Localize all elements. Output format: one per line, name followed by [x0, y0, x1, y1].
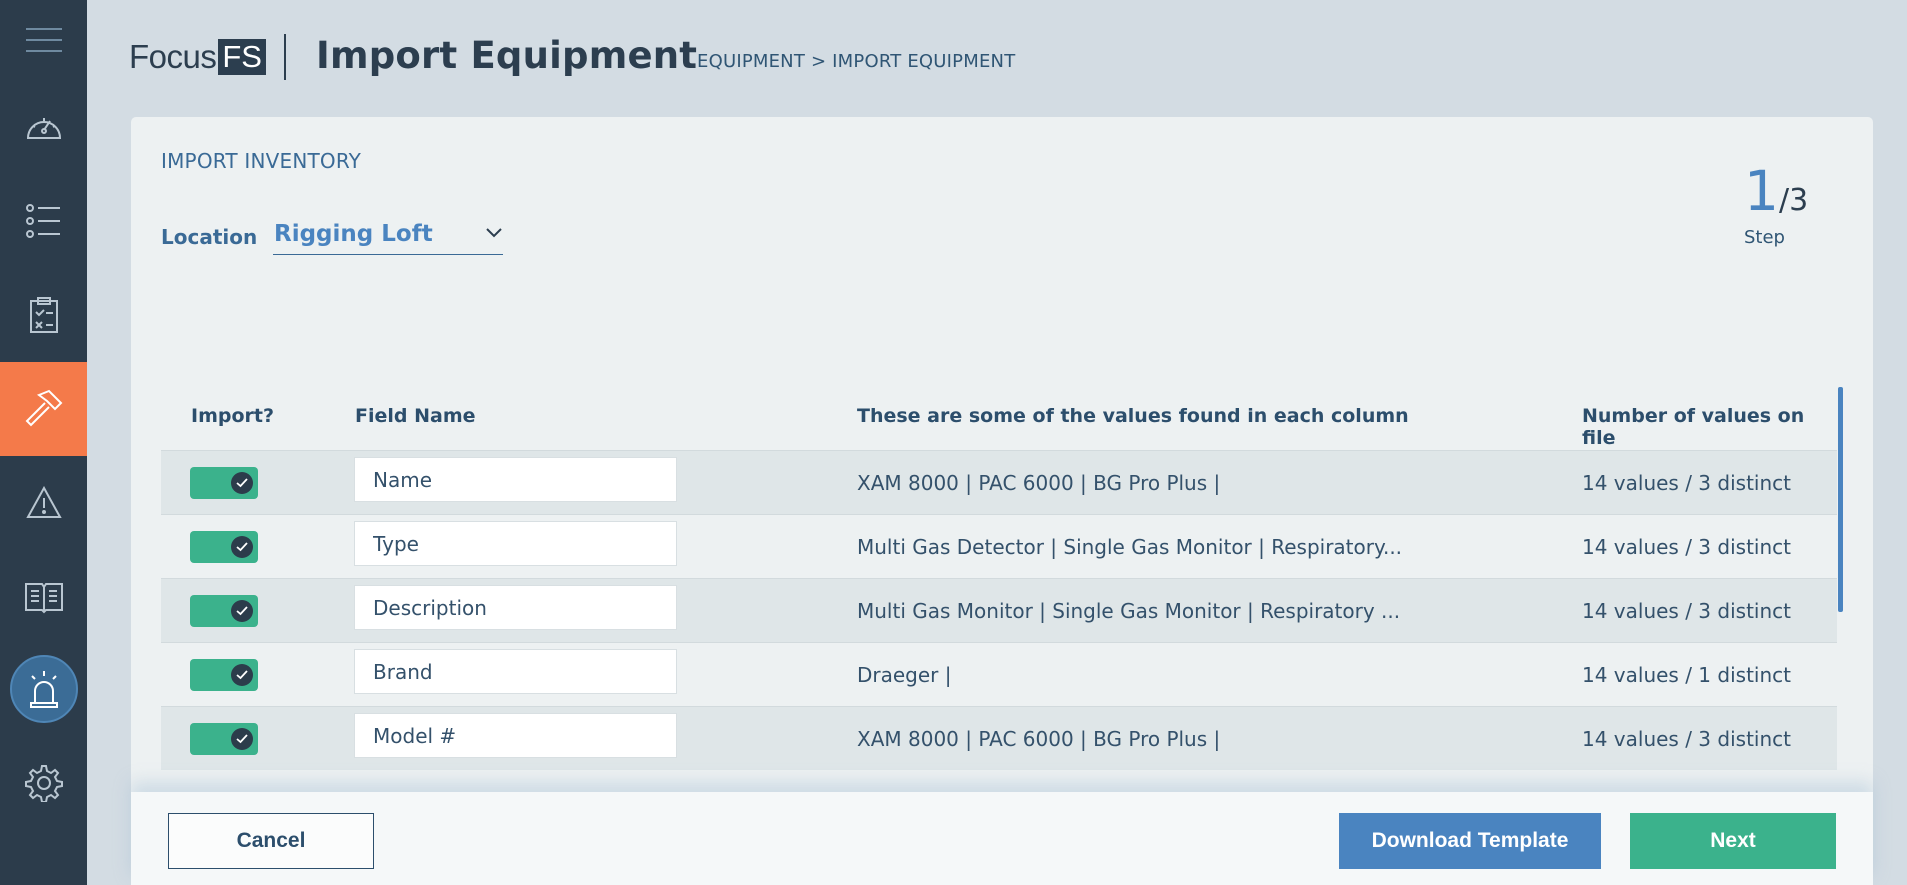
table-row: XAM 8000 | PAC 6000 | BG Pro Plus | 14 v…: [161, 706, 1837, 770]
manual-book-icon: [24, 583, 63, 614]
sample-values: Draeger |: [857, 663, 952, 687]
sidebar-item-checklists[interactable]: [0, 268, 87, 362]
action-footer: Cancel Download Template Next: [131, 792, 1873, 885]
header-divider: [284, 34, 286, 80]
sample-values: Multi Gas Detector | Single Gas Monitor …: [857, 535, 1403, 559]
menu-button[interactable]: [0, 0, 87, 80]
check-icon: [231, 600, 253, 622]
import-toggle[interactable]: [190, 723, 258, 755]
field-name-input[interactable]: [354, 521, 677, 566]
import-card: IMPORT INVENTORY Location Rigging Loft 1…: [131, 117, 1873, 885]
list-icon: [25, 204, 60, 238]
check-icon: [231, 664, 253, 686]
checklist-clipboard-icon: [29, 297, 58, 333]
download-template-button[interactable]: Download Template: [1339, 813, 1601, 869]
table-row: XAM 8000 | PAC 6000 | BG Pro Plus | 14 v…: [161, 450, 1837, 514]
field-name-input[interactable]: [354, 713, 677, 758]
import-toggle[interactable]: [190, 467, 258, 499]
sidebar-item-dashboard[interactable]: [0, 80, 87, 174]
section-title: IMPORT INVENTORY: [161, 149, 362, 173]
step-current: 1: [1744, 159, 1779, 223]
field-name-input[interactable]: [354, 457, 677, 502]
column-header-import: Import?: [191, 405, 274, 427]
sidebar-item-manuals[interactable]: [0, 550, 87, 644]
alarm-siren-icon: [29, 671, 58, 708]
sidebar: [0, 0, 87, 885]
sidebar-item-incidents[interactable]: [0, 456, 87, 550]
column-header-values: These are some of the values found in ea…: [857, 405, 1409, 427]
dashboard-gauge-icon: [26, 118, 61, 139]
value-count: 14 values / 3 distinct: [1582, 471, 1791, 495]
value-count: 14 values / 3 distinct: [1582, 727, 1791, 751]
step-total: /3: [1779, 183, 1809, 218]
import-toggle[interactable]: [190, 531, 258, 563]
page-title: Import Equipment: [316, 34, 698, 77]
column-header-field-name: Field Name: [355, 405, 476, 427]
table-row: Multi Gas Detector | Single Gas Monitor …: [161, 514, 1837, 578]
gear-icon: [24, 765, 63, 802]
chevron-down-icon: [486, 228, 502, 238]
cancel-button[interactable]: Cancel: [168, 813, 374, 869]
next-button[interactable]: Next: [1630, 813, 1836, 869]
sidebar-item-lists[interactable]: [0, 174, 87, 268]
location-select[interactable]: Rigging Loft: [273, 215, 503, 255]
table-header: Import? Field Name These are some of the…: [161, 405, 1837, 449]
value-count: 14 values / 3 distinct: [1582, 599, 1791, 623]
location-value: Rigging Loft: [274, 221, 433, 247]
breadcrumb[interactable]: EQUIPMENT > IMPORT EQUIPMENT: [697, 51, 1015, 72]
menu-icon: [25, 28, 62, 52]
check-icon: [231, 472, 253, 494]
sample-values: XAM 8000 | PAC 6000 | BG Pro Plus |: [857, 727, 1221, 751]
field-name-input[interactable]: [354, 585, 677, 630]
value-count: 14 values / 3 distinct: [1582, 535, 1791, 559]
sample-values: Multi Gas Monitor | Single Gas Monitor |…: [857, 599, 1401, 623]
sidebar-item-equipment[interactable]: [0, 362, 87, 456]
table-row: Draeger | 14 values / 1 distinct: [161, 642, 1837, 706]
logo-text-focus: Focus: [129, 38, 217, 75]
logo-text-fs: FS: [218, 39, 266, 75]
check-icon: [231, 536, 253, 558]
sidebar-item-alarms[interactable]: [0, 642, 87, 736]
check-icon: [231, 728, 253, 750]
location-label: Location: [161, 225, 258, 249]
table-row: Multi Gas Monitor | Single Gas Monitor |…: [161, 578, 1837, 642]
warning-icon: [25, 486, 62, 518]
hammer-icon: [25, 389, 62, 427]
import-toggle[interactable]: [190, 595, 258, 627]
alarm-button-circle: [9, 655, 78, 723]
step-indicator: 1/3 Step: [1744, 159, 1824, 248]
table-scrollbar[interactable]: [1838, 387, 1843, 612]
column-header-count: Number of values on file: [1582, 405, 1805, 449]
sample-values: XAM 8000 | PAC 6000 | BG Pro Plus |: [857, 471, 1221, 495]
value-count: 14 values / 1 distinct: [1582, 663, 1791, 687]
field-name-input[interactable]: [354, 649, 677, 694]
sidebar-item-settings[interactable]: [0, 736, 87, 830]
app-logo[interactable]: Focus FS: [129, 38, 266, 76]
step-label: Step: [1744, 227, 1785, 248]
import-toggle[interactable]: [190, 659, 258, 691]
